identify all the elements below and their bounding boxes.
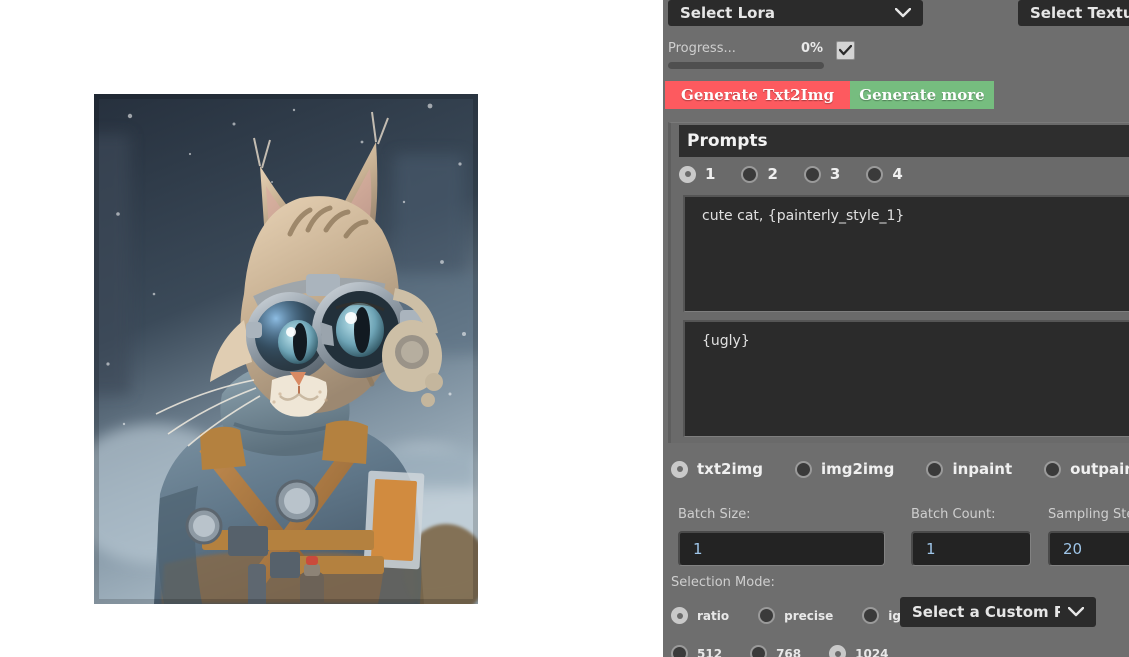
prompt-index-3-label: 3	[829, 165, 841, 183]
prompt-index-2-label: 2	[767, 165, 778, 183]
selection-mode-precise[interactable]: precise	[758, 607, 854, 624]
sampling-steps-input[interactable]: 20	[1048, 531, 1129, 566]
progress-label: Progress...	[668, 41, 736, 56]
radio-icon	[671, 460, 688, 478]
radio-icon	[671, 645, 688, 657]
radio-icon	[794, 460, 812, 478]
resolution-768-label: 768	[776, 646, 802, 657]
chevron-down-icon	[895, 8, 911, 18]
resolution-512[interactable]: 512	[671, 645, 742, 657]
batch-count-label: Batch Count:	[911, 507, 996, 522]
prompt-index-4-label: 4	[892, 165, 903, 183]
prompt-index-3[interactable]: 3	[803, 165, 841, 183]
radio-icon	[750, 645, 768, 657]
mode-txt2img[interactable]: txt2img	[671, 460, 785, 478]
mode-outpaint[interactable]: outpaint	[1044, 460, 1129, 478]
select-textual-dropdown[interactable]: Select Textual	[1018, 0, 1129, 26]
positive-prompt-textarea[interactable]: cute cat, {painterly_style_1}	[683, 195, 1129, 312]
prompts-group: Prompts 1 2 3 4 cute cat, {painterly_sty…	[668, 122, 1129, 443]
progress-bar	[668, 62, 824, 69]
chevron-down-icon	[1068, 607, 1084, 617]
auto-preview-checkbox[interactable]	[836, 41, 855, 60]
progress-block: Progress... 0%	[668, 41, 848, 73]
batch-size-input[interactable]: 1	[678, 531, 885, 566]
radio-icon	[803, 165, 821, 183]
prompt-index-1[interactable]: 1	[679, 165, 715, 183]
mode-img2img-label: img2img	[820, 460, 895, 478]
selection-mode-precise-label: precise	[784, 608, 834, 623]
control-panel: Select Lora Select Textual Progress... 0…	[663, 0, 1129, 657]
radio-icon	[671, 607, 688, 624]
prompt-index-1-label: 1	[705, 165, 716, 183]
negative-prompt-textarea[interactable]: {ugly}	[683, 320, 1129, 437]
resolution-1024-label: 1024	[855, 646, 889, 657]
radio-icon	[862, 607, 880, 624]
progress-percent: 0%	[801, 41, 824, 56]
radio-icon	[679, 165, 696, 183]
radio-icon	[829, 645, 847, 657]
radio-icon	[758, 607, 776, 624]
radio-icon	[866, 165, 884, 183]
generate-more-button[interactable]: Generate more	[850, 81, 994, 109]
generated-image[interactable]	[94, 94, 478, 604]
custom-preset-label: Select a Custom Preset	[912, 603, 1060, 621]
resolution-512-label: 512	[697, 646, 723, 657]
image-preview-area	[0, 0, 663, 657]
prompts-title: Prompts	[687, 131, 768, 151]
mode-txt2img-label: txt2img	[697, 460, 763, 478]
radio-icon	[1044, 460, 1062, 478]
batch-size-label: Batch Size:	[678, 507, 751, 522]
resolution-radio-group: 512 768 1024	[671, 645, 917, 657]
prompt-index-4[interactable]: 4	[866, 165, 903, 183]
selection-mode-label: Selection Mode:	[671, 575, 775, 590]
radio-icon	[926, 460, 944, 478]
sampling-steps-label: Sampling Ste	[1048, 507, 1129, 522]
progress-checkbox-wrap	[836, 41, 855, 60]
batch-count-input[interactable]: 1	[911, 531, 1031, 566]
select-lora-dropdown[interactable]: Select Lora	[668, 0, 923, 26]
generate-txt2img-button[interactable]: Generate Txt2Img	[665, 81, 850, 109]
selection-mode-ratio[interactable]: ratio	[671, 607, 750, 624]
select-lora-label: Select Lora	[680, 4, 775, 22]
prompt-index-radio-group: 1 2 3 4	[679, 165, 929, 183]
mode-outpaint-label: outpaint	[1070, 460, 1129, 478]
selection-mode-ratio-label: ratio	[697, 608, 730, 623]
resolution-1024[interactable]: 1024	[829, 645, 908, 657]
resolution-768[interactable]: 768	[750, 645, 821, 657]
check-icon	[839, 45, 852, 56]
mode-inpaint-label: inpaint	[952, 460, 1013, 478]
prompt-index-2[interactable]: 2	[741, 165, 778, 183]
custom-preset-dropdown[interactable]: Select a Custom Preset	[900, 597, 1096, 627]
select-textual-label: Select Textual	[1030, 4, 1129, 22]
mode-inpaint[interactable]: inpaint	[926, 460, 1034, 478]
generation-mode-radio-group: txt2img img2img inpaint outpaint	[671, 460, 1129, 478]
radio-icon	[741, 165, 759, 183]
prompts-header: Prompts	[679, 125, 1129, 157]
mode-img2img[interactable]: img2img	[794, 460, 916, 478]
